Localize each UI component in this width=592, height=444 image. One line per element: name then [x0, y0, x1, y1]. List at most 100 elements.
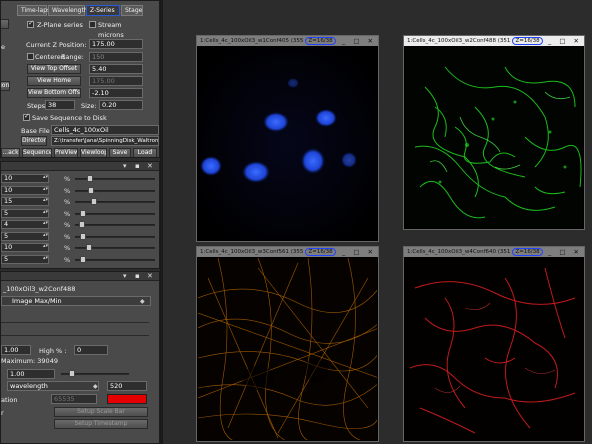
tab-time-lapse[interactable]: Time-lapse [17, 5, 54, 16]
track-button[interactable]: ...ack [1, 148, 20, 157]
spinner-icon[interactable]: ▴▾ [43, 175, 49, 184]
preview-button[interactable]: PreView [54, 148, 78, 157]
color-swatch[interactable] [107, 394, 147, 404]
exposure-slider-thumb[interactable] [86, 244, 92, 251]
spinner-icon[interactable]: ▴▾ [43, 233, 49, 242]
tab-stage[interactable]: Stage [121, 5, 143, 16]
bottom-offset-field[interactable]: -2.10 [89, 88, 143, 98]
view-bottom-offset-button[interactable]: View Bottom Offset [27, 88, 81, 98]
setup-scale-bar-button[interactable]: Setup Scale Bar [54, 407, 148, 417]
window-controls[interactable]: _ □ ✕ [342, 247, 376, 257]
spinner-icon[interactable]: ▴▾ [43, 256, 49, 265]
directory-field[interactable]: Z:\transfer\Jana\SpinningDisk_Waltron\Ga [51, 136, 159, 146]
spinner-icon[interactable]: ▴▾ [43, 187, 49, 196]
window-controls[interactable]: _ □ ✕ [342, 36, 376, 46]
exposure-field[interactable]: 5 [1, 255, 49, 264]
spinner-icon[interactable]: ▴▾ [43, 244, 49, 253]
exposure-field[interactable]: 10 [1, 186, 49, 195]
window-title-bar[interactable]: 1:Cells_4c_100xOil3_w1Conf405 (355 Z=16/3… [197, 36, 378, 46]
sequence-button[interactable]: Sequence [22, 148, 52, 157]
chevron-down-icon[interactable]: ◆ [93, 383, 98, 390]
exposure-slider[interactable] [75, 224, 155, 226]
home-field[interactable]: 175.00 [89, 76, 143, 86]
spinner-icon[interactable]: ▴▾ [43, 198, 49, 207]
window-controls[interactable]: _ □ ✕ [548, 36, 582, 46]
viewloop-button[interactable]: Viewloop [80, 148, 107, 157]
close-icon[interactable]: ✕ [147, 162, 153, 171]
display-mode-value: Image Max/Min [12, 297, 62, 305]
exposure-field[interactable]: 4 [1, 220, 49, 229]
exposure-slider-thumb[interactable] [80, 210, 86, 217]
window-title-bar[interactable]: 1:Cells_4c_100xOil3_w2Conf488 (351 Z=16/3… [404, 36, 584, 46]
view-top-offset-button[interactable]: View Top Offset [27, 64, 81, 74]
microscopy-image-green [405, 47, 583, 228]
percent-label: % [64, 244, 71, 252]
disabled-field[interactable]: 65535 [51, 394, 97, 404]
z-plane-series-checkbox[interactable] [27, 19, 34, 28]
side-button-top[interactable] [1, 19, 9, 29]
exposure-slider-thumb[interactable] [79, 221, 85, 228]
top-offset-field[interactable]: 5.40 [89, 64, 143, 74]
exposure-field[interactable]: 15 [1, 197, 49, 206]
current-z-field[interactable]: 175.00 [89, 39, 143, 49]
image-window-blue[interactable]: 1:Cells_4c_100xOil3_w1Conf405 (355 Z=16/3… [196, 35, 379, 242]
gamma-field[interactable]: 1.00 [7, 369, 55, 379]
display-mode-select[interactable]: Image Max/Min [1, 296, 151, 306]
dropdown-arrow-icon[interactable]: ▾ [123, 162, 127, 171]
exposure-slider[interactable] [75, 213, 155, 215]
exposure-field[interactable]: 5 [1, 209, 49, 218]
size-field[interactable]: 0.20 [99, 100, 143, 110]
exposure-field[interactable]: 5 [1, 232, 49, 241]
tab-z-series[interactable]: Z-Series [86, 5, 120, 16]
exposure-slider[interactable] [75, 190, 155, 192]
setup-timestamp-button[interactable]: Setup Timestamp [54, 419, 148, 429]
high-field[interactable]: 0 [74, 345, 108, 355]
exposure-slider-thumb[interactable] [80, 256, 86, 263]
nuclei-image [198, 47, 377, 240]
dropdown-arrow-icon[interactable]: ▾ [123, 272, 127, 281]
side-polygon-button[interactable]: gon [1, 81, 10, 91]
exposure-field[interactable]: 10 [1, 174, 49, 183]
wavelength-field[interactable]: 520 [107, 381, 147, 391]
image-window-orange[interactable]: 1:Cells_4c_100xOil3_w3Conf561 (355 Z=16/3… [196, 246, 379, 442]
window-controls[interactable]: _ □ ✕ [548, 247, 582, 257]
exposure-slider[interactable] [75, 201, 155, 203]
gamma-slider-thumb[interactable] [69, 370, 75, 377]
splitter[interactable] [160, 0, 163, 444]
steps-field[interactable]: 38 [45, 100, 75, 110]
tab-wavelength[interactable]: Wavelength [48, 5, 88, 16]
window-title-bar[interactable]: 1:Cells_4c_100xOil3_w3Conf561 (355 Z=16/3… [197, 247, 378, 257]
window-title-bar[interactable]: 1:Cells_4c_100xOil3_w4Conf640 (351 Z=16/3… [404, 247, 584, 257]
spinner-icon[interactable]: ▴▾ [43, 210, 49, 219]
chevron-down-icon[interactable]: ◆ [140, 298, 145, 305]
exposure-slider[interactable] [75, 236, 155, 238]
centered-checkbox[interactable] [27, 53, 34, 60]
lut-value: wavelength [10, 382, 48, 390]
low-field[interactable]: 1.00 [1, 345, 31, 355]
exposure-slider-thumb[interactable] [88, 187, 94, 194]
save-button[interactable]: Save [109, 148, 131, 157]
pin-icon[interactable]: ▪ [135, 272, 140, 281]
directory-button[interactable]: Directory [21, 136, 47, 146]
exposure-slider-thumb[interactable] [91, 198, 97, 205]
pin-icon[interactable]: ▪ [135, 162, 140, 171]
image-window-green[interactable]: 1:Cells_4c_100xOil3_w2Conf488 (351 Z=16/3… [403, 35, 585, 230]
exposure-slider-thumb[interactable] [87, 175, 93, 182]
spinner-icon[interactable]: ▴▾ [43, 221, 49, 230]
range-field[interactable]: 150 [89, 52, 143, 62]
window-title: 1:Cells_4c_100xOil3_w1Conf405 (355 [200, 38, 304, 44]
lut-select[interactable]: wavelength [7, 381, 99, 391]
close-icon[interactable]: ✕ [147, 272, 153, 281]
stream-checkbox[interactable] [89, 21, 96, 28]
base-file-field[interactable]: Cells_4c_100xOil [51, 125, 159, 135]
percent-label: % [64, 175, 71, 183]
view-home-button[interactable]: View Home [27, 76, 81, 86]
save-sequence-checkbox[interactable] [23, 112, 30, 121]
window-title: 1:Cells_4c_100xOil3_w3Conf561 (355 [200, 249, 304, 255]
load-button[interactable]: Load [133, 148, 157, 157]
image-window-red[interactable]: 1:Cells_4c_100xOil3_w4Conf640 (351 Z=16/3… [403, 246, 585, 442]
exposure-field[interactable]: 10 [1, 243, 49, 252]
bot-panel-header: ▾ ▪ ✕ [1, 272, 159, 281]
exposure-slider-thumb[interactable] [80, 233, 86, 240]
exposure-slider[interactable] [75, 259, 155, 261]
